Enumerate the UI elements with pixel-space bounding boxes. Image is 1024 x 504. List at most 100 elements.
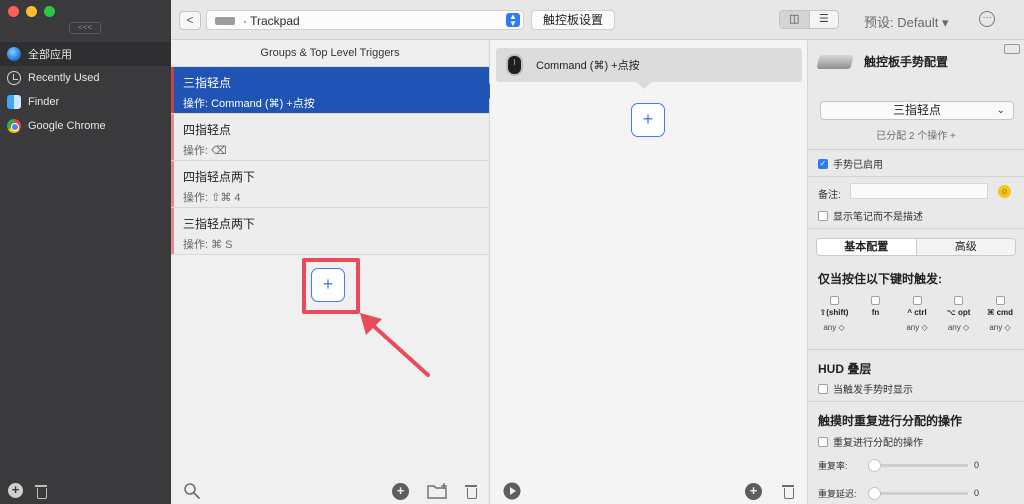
list-view-button[interactable]: ☰ <box>810 11 839 28</box>
trigger-row[interactable]: 四指轻点两下 操作: ⇧⌘ 4 <box>171 161 489 208</box>
action-row[interactable]: Command (⌘) +点按 <box>496 48 802 82</box>
trackpad-settings-button[interactable]: 触控板设置 <box>531 10 615 30</box>
trigger-action-summary: 操作: Command (⌘) +点按 <box>183 98 315 110</box>
sidebar-item-finder[interactable]: Finder <box>0 90 171 114</box>
preset-selector[interactable]: 预设: Default ▾ <box>864 12 949 31</box>
modifier-ctrl[interactable]: ^ ctrl any ◇ <box>897 296 937 332</box>
collapse-sidebar-button[interactable]: <<< <box>69 22 101 34</box>
repeat-rate-track[interactable] <box>868 464 968 467</box>
assigned-count[interactable]: 已分配 2 个操作 + <box>808 127 1024 142</box>
modifier-grid: ⇧(shift) any ◇ fn ^ ctrl any ◇ ⌥ opt any… <box>814 296 1020 332</box>
checkbox-box <box>829 296 839 305</box>
emoji-picker-icon[interactable]: ☺ <box>998 185 1011 198</box>
app-list: 全部应用 Recently Used Finder Google Chrome <box>0 42 171 138</box>
tab-advanced[interactable]: 高级 <box>917 239 1016 255</box>
sidebar-item-google-chrome[interactable]: Google Chrome <box>0 114 171 138</box>
close-window-button[interactable] <box>8 6 19 17</box>
checkbox-box <box>912 296 922 305</box>
triggers-header: Groups & Top Level Triggers <box>171 40 489 67</box>
trigger-row[interactable]: 三指轻点两下 操作: ⌘ S <box>171 208 489 255</box>
sidebar-item-recently-used[interactable]: Recently Used <box>0 66 171 90</box>
repeat-rate-value: 0 <box>974 460 980 470</box>
triggers-column: Groups & Top Level Triggers 三指轻点 操作: Com… <box>171 40 496 504</box>
modifier-any-select[interactable]: any ◇ <box>906 323 927 332</box>
modifier-any-select[interactable]: any ◇ <box>989 323 1010 332</box>
show-notes-label: 显示笔记而不是描述 <box>833 212 923 223</box>
modifier-cmd[interactable]: ⌘ cmd any ◇ <box>980 296 1020 332</box>
play-icon[interactable] <box>502 481 522 501</box>
divider <box>808 176 1024 177</box>
gesture-select[interactable]: 三指轻点 ⌄ <box>820 101 1014 120</box>
trigger-row[interactable]: 三指轻点 操作: Command (⌘) +点按 <box>171 67 496 114</box>
trigger-title: 四指轻点 <box>183 123 232 137</box>
trigger-row[interactable]: 四指轻点 操作: ⌫ <box>171 114 489 161</box>
select-arrows-icon: ▲ ▼ <box>506 13 520 28</box>
repeat-delay-label: 重复延迟: <box>818 488 857 499</box>
gesture-enabled-label: 手势已启用 <box>833 160 883 171</box>
checkbox-box <box>871 296 880 305</box>
modifiers-title: 仅当按住以下键时触发: <box>818 272 942 286</box>
repeat-check-label: 重复进行分配的操作 <box>833 438 923 449</box>
add-action-button[interactable]: + <box>631 103 665 137</box>
config-tabs: 基本配置 高级 <box>816 238 1016 256</box>
modifier-any-select[interactable]: any ◇ <box>948 323 969 332</box>
checkbox-box <box>818 383 828 394</box>
modifier-any-select[interactable]: any ◇ <box>823 323 844 332</box>
trigger-action-summary: 操作: ⇧⌘ 4 <box>183 192 241 204</box>
device-select[interactable]: · Trackpad ▲ ▼ <box>206 10 524 30</box>
divider <box>808 228 1024 229</box>
sidebar-item-label: Finder <box>28 96 60 108</box>
repeat-delay-track[interactable] <box>868 492 968 495</box>
trackpad-icon <box>215 17 235 25</box>
device-select-label: · Trackpad <box>243 14 300 28</box>
trigger-action-summary: 操作: ⌘ S <box>183 239 233 251</box>
checkbox-box <box>818 210 828 221</box>
add-action-footer-button[interactable]: + <box>745 483 762 500</box>
checkbox-box <box>995 296 1005 305</box>
repeat-title: 触摸时重复进行分配的操作 <box>818 414 963 428</box>
zoom-window-button[interactable] <box>44 6 55 17</box>
modifier-fn[interactable]: fn <box>856 296 896 332</box>
add-trigger-button[interactable]: + <box>311 268 345 302</box>
hud-title: HUD 叠层 <box>818 362 872 376</box>
divider <box>808 149 1024 150</box>
action-title: Command (⌘) +点按 <box>536 60 640 72</box>
tab-basic[interactable]: 基本配置 <box>817 239 917 255</box>
sidebar-item-label: Google Chrome <box>28 120 106 132</box>
add-trigger-footer-button[interactable]: + <box>392 483 409 500</box>
search-icon[interactable] <box>183 482 201 500</box>
modifier-shift[interactable]: ⇧(shift) any ◇ <box>814 296 854 332</box>
gesture-select-label: 三指轻点 <box>892 103 941 117</box>
show-notes-checkbox[interactable]: 显示笔记而不是描述 <box>818 208 923 223</box>
repeat-rate-row: 重复率: 0 <box>818 458 1018 472</box>
back-button[interactable]: < <box>179 11 201 30</box>
gesture-enabled-checkbox[interactable]: ✓ 手势已启用 <box>818 156 883 171</box>
columns-view-button[interactable]: ◫ <box>780 11 810 28</box>
delete-trigger-button[interactable] <box>465 483 477 499</box>
checkmark-icon: ✓ <box>818 158 828 169</box>
repeat-rate-label: 重复率: <box>818 460 848 471</box>
add-folder-icon[interactable] <box>427 482 449 500</box>
repeat-delay-slider[interactable] <box>868 487 881 500</box>
panel-toggle-icon[interactable] <box>1004 44 1020 54</box>
divider <box>808 349 1024 350</box>
window-controls <box>8 6 55 17</box>
hud-check-label: 当触发手势时显示 <box>833 385 913 396</box>
hud-checkbox[interactable]: 当触发手势时显示 <box>818 381 913 396</box>
repeat-rate-slider[interactable] <box>868 459 881 472</box>
repeat-checkbox[interactable]: 重复进行分配的操作 <box>818 434 923 449</box>
delete-app-button[interactable] <box>35 483 47 499</box>
trigger-action-summary: 操作: ⌫ <box>183 145 227 157</box>
notes-input[interactable] <box>850 183 988 199</box>
minimize-window-button[interactable] <box>26 6 37 17</box>
trigger-title: 三指轻点 <box>183 76 232 90</box>
more-options-button[interactable]: ··· <box>979 11 995 27</box>
sidebar-item-all-apps[interactable]: 全部应用 <box>0 42 171 66</box>
repeat-delay-value: 0 <box>974 488 980 498</box>
modifier-opt[interactable]: ⌥ opt any ◇ <box>939 296 979 332</box>
annotation-arrow-icon <box>360 313 430 377</box>
actions-footer: + <box>490 478 807 504</box>
trackpad-icon <box>816 54 854 69</box>
delete-action-button[interactable] <box>782 483 794 499</box>
add-app-button[interactable]: + <box>8 483 23 498</box>
